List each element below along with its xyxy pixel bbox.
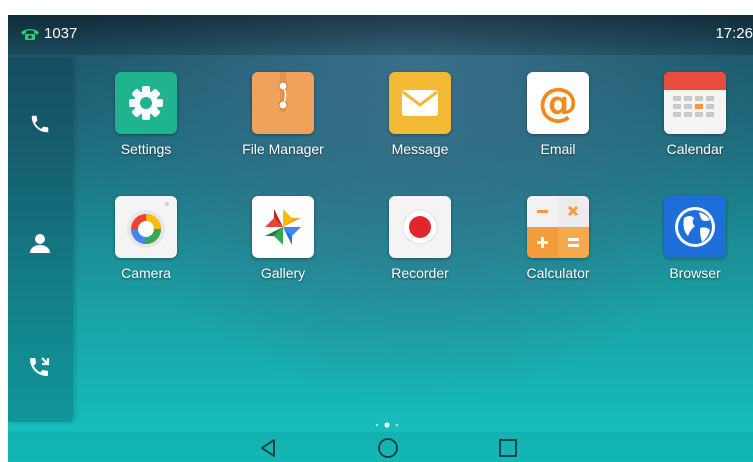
phone-icon xyxy=(31,115,49,133)
app-gallery[interactable]: Gallery xyxy=(228,196,338,306)
line-number: 1037 xyxy=(44,25,78,42)
svg-text:@: @ xyxy=(538,80,578,126)
dock-call-history-button[interactable] xyxy=(26,353,54,381)
app-browser[interactable]: Browser xyxy=(640,196,750,306)
calculator-icon xyxy=(527,196,589,258)
at-sign-icon: @ xyxy=(527,72,589,134)
folder-icon xyxy=(252,72,314,134)
gear-icon xyxy=(115,72,177,134)
app-label-gallery: Gallery xyxy=(260,265,306,281)
globe-icon xyxy=(664,196,726,258)
dock-phone-button[interactable] xyxy=(26,110,54,138)
page-dot-active xyxy=(384,422,390,428)
app-file-manager[interactable]: File Manager xyxy=(228,72,338,182)
app-label-email: Email xyxy=(540,141,576,157)
app-label-message: Message xyxy=(391,141,449,157)
app-label-calculator: Calculator xyxy=(526,265,590,281)
app-recorder[interactable]: Recorder xyxy=(365,196,475,306)
call-log-icon xyxy=(30,357,50,376)
envelope-icon xyxy=(389,72,451,134)
app-label-recorder: Recorder xyxy=(391,265,449,281)
side-dock xyxy=(8,58,73,422)
pinwheel-icon xyxy=(252,196,314,258)
app-label-browser: Browser xyxy=(669,265,721,281)
page-dot xyxy=(395,423,399,427)
app-email[interactable]: @ Email xyxy=(503,72,613,182)
app-camera[interactable]: Camera xyxy=(91,196,201,306)
navigation-bar xyxy=(8,432,753,462)
page-indicator xyxy=(375,422,399,428)
app-label-calendar: Calendar xyxy=(666,141,724,157)
app-label-settings: Settings xyxy=(120,141,172,157)
home-screen: 1037 17:26 Settings File Manager Message… xyxy=(8,15,753,462)
app-calculator[interactable]: Calculator xyxy=(503,196,613,306)
person-icon xyxy=(30,234,50,253)
home-circle-icon[interactable] xyxy=(376,436,400,460)
app-settings[interactable]: Settings xyxy=(91,72,201,182)
camera-icon xyxy=(115,196,177,258)
app-label-file-manager: File Manager xyxy=(242,141,324,157)
record-icon xyxy=(389,196,451,258)
status-bar: 1037 17:26 xyxy=(8,15,753,55)
app-calendar[interactable]: Calendar xyxy=(640,72,750,182)
app-label-camera: Camera xyxy=(121,265,171,281)
dock-contacts-button[interactable] xyxy=(26,229,54,257)
recents-square-icon[interactable] xyxy=(496,436,520,460)
back-triangle-icon[interactable] xyxy=(256,436,280,460)
clock: 17:26 xyxy=(715,25,753,42)
calendar-icon xyxy=(664,72,726,134)
phone-handset-icon xyxy=(21,29,39,40)
app-message[interactable]: Message xyxy=(365,72,475,182)
page-dot xyxy=(375,423,379,427)
